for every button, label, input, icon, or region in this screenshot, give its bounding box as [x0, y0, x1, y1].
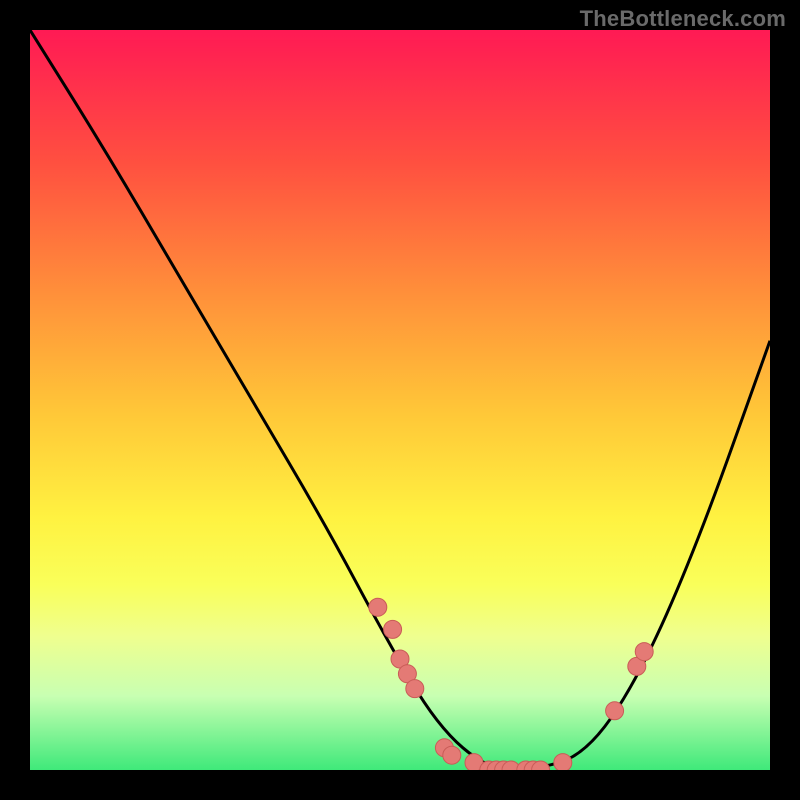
plot-area — [30, 30, 770, 770]
chart-frame: TheBottleneck.com — [0, 0, 800, 800]
data-point — [384, 620, 402, 638]
data-point — [369, 598, 387, 616]
data-point — [606, 702, 624, 720]
watermark-text: TheBottleneck.com — [580, 6, 786, 32]
data-point — [406, 680, 424, 698]
data-point — [554, 754, 572, 770]
data-point — [443, 746, 461, 764]
bottleneck-chart-svg — [30, 30, 770, 770]
data-points-layer — [369, 598, 653, 770]
data-point — [635, 643, 653, 661]
